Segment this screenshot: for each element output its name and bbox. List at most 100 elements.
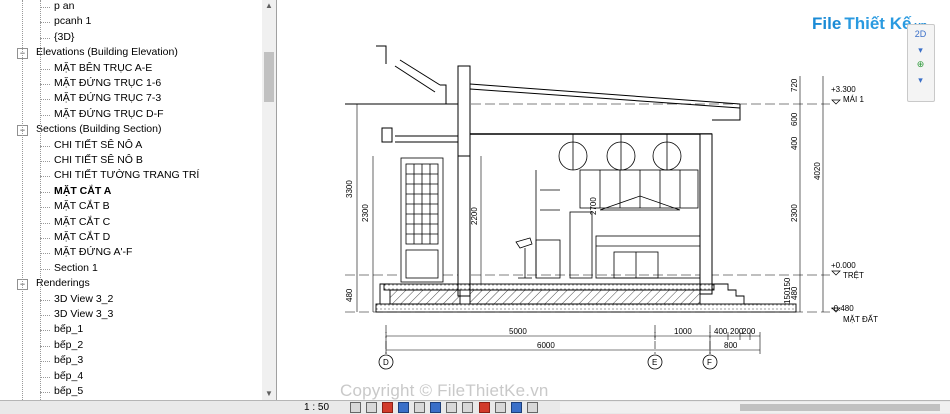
tree-connector: [40, 376, 50, 378]
tree-connector: [40, 161, 50, 162]
level-tret-elev: +0.000: [831, 261, 856, 270]
chevron-down-icon[interactable]: ▾: [913, 73, 928, 87]
browser-item[interactable]: pcanh 1: [54, 14, 91, 29]
browser-item[interactable]: 3D View 3_2: [54, 292, 113, 307]
unlock-3d-icon[interactable]: [446, 402, 458, 413]
tree-connector: [40, 84, 50, 85]
logo-file-text: File: [812, 14, 842, 33]
browser-item[interactable]: MẶT ĐỨNG TRỤC D-F: [54, 107, 164, 122]
tree-connector: [40, 207, 50, 209]
grid-label-e: E: [652, 358, 657, 367]
crop-view-icon[interactable]: [414, 402, 426, 413]
highlight-displacement-icon[interactable]: [510, 402, 522, 413]
tree-connector: [40, 345, 50, 347]
bottom-dim-5000: 5000: [509, 327, 527, 336]
browser-item[interactable]: Renderings: [36, 276, 90, 291]
chevron-down-icon[interactable]: ▾: [913, 43, 928, 57]
tree-connector: [40, 222, 50, 224]
scroll-up-arrow-icon[interactable]: ▲: [262, 0, 276, 12]
browser-item[interactable]: CHI TIẾT SÊ NÔ A: [54, 138, 142, 153]
view-control-bar: 1 : 50: [0, 400, 950, 414]
browser-item[interactable]: p an: [54, 0, 74, 14]
tree-connector: [40, 268, 50, 270]
right-dim-2300: 2300: [790, 204, 799, 222]
temporary-hide-icon[interactable]: [462, 402, 474, 413]
right-dim-720: 720: [790, 78, 799, 92]
tree-connector: [40, 114, 50, 116]
level-matdat-elev: -0.480: [831, 304, 854, 313]
browser-item[interactable]: MẶT ĐỨNG A'-F: [54, 245, 132, 260]
reveal-hidden-icon[interactable]: [478, 402, 490, 413]
analytical-model-icon[interactable]: [494, 402, 506, 413]
level-mai-name: MÁI 1: [843, 95, 864, 104]
tree-connector: [40, 0, 41, 400]
sun-path-icon[interactable]: [382, 402, 394, 413]
grid-label-d: D: [383, 358, 389, 367]
tree-connector: [40, 330, 50, 332]
browser-item[interactable]: Sections (Building Section): [36, 122, 161, 137]
level-mai-elev: +3.300: [831, 85, 856, 94]
scroll-down-arrow-icon[interactable]: ▼: [262, 388, 276, 400]
right-dim-400: 400: [790, 136, 799, 150]
reveal-constraints-icon[interactable]: [526, 402, 538, 413]
browser-item[interactable]: MẶT CẮT D: [54, 230, 110, 245]
grid-label-f: F: [707, 358, 712, 367]
tree-connector: [40, 176, 50, 178]
tree-connector: [40, 361, 50, 363]
browser-item[interactable]: 3D View 3_3: [54, 307, 113, 322]
right-dim-4020: 4020: [813, 162, 822, 180]
bottom-dim-1000: 1000: [674, 327, 692, 336]
bottom-dim-6000: 6000: [537, 341, 555, 350]
browser-item[interactable]: MẶT BÊN TRỤC A-E: [54, 61, 152, 76]
browser-item[interactable]: {3D}: [54, 30, 74, 45]
browser-item[interactable]: CHI TIẾT TƯỜNG TRANG TRÍ: [54, 168, 199, 183]
level-tret-name: TRỆT: [843, 271, 864, 280]
visual-style-icon[interactable]: [366, 402, 378, 413]
drawing-view[interactable]: 3300 2300 480 2200 2700 720 600 400 2300…: [277, 0, 950, 400]
browser-item[interactable]: bếp_3: [54, 353, 83, 368]
tree-connector: [40, 7, 50, 8]
navigation-bar: 2D ▾ ⊕ ▾: [907, 24, 935, 102]
browser-item[interactable]: bếp_1: [54, 322, 83, 337]
browser-item[interactable]: Elevations (Building Elevation): [36, 45, 178, 60]
tree-connector: [22, 0, 23, 400]
browser-item[interactable]: bếp_2: [54, 338, 83, 353]
shadows-icon[interactable]: [398, 402, 410, 413]
browser-item[interactable]: MẶT ĐỨNG TRỤC 7-3: [54, 91, 161, 106]
view-control-icons: [350, 402, 540, 413]
copyright-watermark: Copyright © FileThietKe.vn: [340, 381, 549, 400]
left-dim-3300: 3300: [345, 180, 354, 198]
browser-item[interactable]: bếp_4: [54, 369, 83, 384]
project-browser: p an pcanh 1 {3D} Elevations (Building Elev…: [0, 0, 277, 400]
browser-vertical-scrollbar[interactable]: ▲ ▼: [262, 0, 276, 400]
tree-connector: [40, 99, 50, 101]
browser-item[interactable]: CHI TIẾT SÊ NÔ B: [54, 153, 143, 168]
browser-item[interactable]: MẶT CẮT A: [54, 184, 111, 199]
zoom-icon[interactable]: ⊕: [913, 57, 928, 71]
view-horizontal-scrollbar[interactable]: [560, 402, 950, 413]
view-scale[interactable]: 1 : 50: [304, 401, 329, 414]
detail-level-icon[interactable]: [350, 402, 361, 413]
left-dim-480: 480: [345, 288, 354, 302]
scrollbar-thumb[interactable]: [264, 52, 274, 102]
browser-item[interactable]: bếp_5: [54, 384, 83, 399]
tree-connector: [40, 68, 50, 70]
tree-connector: [40, 22, 50, 24]
right-dim-150b: 150: [783, 290, 792, 304]
logo-brand-text: Thiết Kế: [844, 14, 912, 33]
bottom-dim-800: 800: [724, 341, 738, 350]
bottom-dim-400: 400: [714, 327, 728, 336]
section-drawing: 3300 2300 480 2200 2700 720 600 400 2300…: [345, 45, 878, 370]
browser-item[interactable]: MẶT CẮT C: [54, 215, 110, 230]
scrollbar-thumb[interactable]: [740, 404, 940, 411]
bottom-dim-200b: 200: [742, 327, 756, 336]
tree-connector: [40, 37, 50, 39]
browser-item[interactable]: MẶT CẮT B: [54, 199, 110, 214]
browser-item[interactable]: MẶT ĐỨNG TRỤC 1-6: [54, 76, 161, 91]
view-cube-2d-icon[interactable]: 2D: [913, 27, 928, 41]
left-dim-2300: 2300: [361, 204, 370, 222]
show-crop-icon[interactable]: [430, 402, 442, 413]
tree-connector: [40, 299, 50, 301]
browser-item[interactable]: Section 1: [54, 261, 98, 276]
right-dim-150a: 150: [783, 277, 792, 291]
